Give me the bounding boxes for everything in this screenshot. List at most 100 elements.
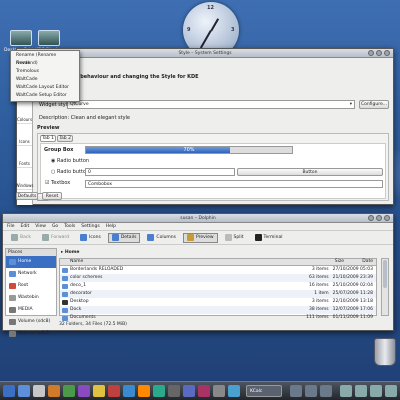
place-label: Root [18, 283, 29, 288]
tab-2[interactable]: Tab 2 [57, 135, 73, 142]
launcher-icon[interactable] [228, 385, 240, 397]
view-details-button[interactable]: Details [107, 232, 141, 243]
back-label: Back [20, 235, 31, 240]
progress-bar: 70% [85, 146, 293, 154]
category-icons[interactable]: Icons [17, 124, 32, 146]
file-list-header: Name Size Date [60, 259, 376, 266]
combobox[interactable]: Combobox [85, 180, 383, 188]
launcher-icon[interactable] [153, 385, 165, 397]
widget-style-select[interactable]: QtCurve ▾ [67, 100, 355, 109]
menu-item[interactable]: Tremolous [11, 68, 79, 76]
defaults-button[interactable]: Defaults [16, 192, 38, 200]
table-row[interactable]: Documents 111 items 01/11/2009 11:09 [60, 314, 376, 322]
launcher-icon[interactable] [108, 385, 120, 397]
places-panel: Places Home Network Root Wastebin MEDIA … [5, 248, 57, 337]
minimize-icon[interactable] [368, 50, 374, 56]
category-windows[interactable]: Windows [16, 168, 33, 190]
window-titlebar[interactable]: susan – Dolphin [3, 214, 393, 223]
launcher-icon[interactable] [138, 385, 150, 397]
table-row[interactable]: Borderlands RELOADED 3 items 27/10/2009 05… [60, 266, 376, 274]
tray-icon[interactable] [320, 385, 332, 397]
menu-file[interactable]: File [7, 223, 15, 230]
place-wastebin[interactable]: Wastebin [6, 292, 56, 304]
close-icon[interactable] [384, 50, 390, 56]
place-home[interactable]: Home [6, 256, 56, 268]
tab-1[interactable]: Tab 1 [40, 135, 56, 142]
menu-help[interactable]: Help [106, 223, 116, 230]
configure-button[interactable]: Configure... [359, 100, 389, 109]
table-row[interactable]: color schemes 63 items 21/10/2009 23:39 [60, 274, 376, 282]
menu-item[interactable]: WaltCade [11, 76, 79, 84]
launcher-icon[interactable] [183, 385, 195, 397]
column-name[interactable]: Name [60, 259, 308, 265]
launcher-icon[interactable] [213, 385, 225, 397]
kickoff-menu-icon[interactable] [3, 385, 15, 397]
close-icon[interactable] [384, 215, 390, 221]
menu-item[interactable]: Rename (Rename Frontend) [11, 52, 79, 66]
launcher-icon[interactable] [48, 385, 60, 397]
launcher-icon[interactable] [18, 385, 30, 397]
place-media[interactable]: MEDIA [6, 304, 56, 316]
folder-icon [62, 283, 68, 289]
combobox-value: Combobox [88, 182, 113, 187]
category-colours[interactable]: Colours [17, 102, 32, 124]
launcher-icon[interactable] [63, 385, 75, 397]
view-columns-button[interactable]: Columns [143, 233, 180, 243]
forward-button[interactable]: Forward [38, 233, 73, 243]
task-button[interactable]: KCalc [246, 385, 282, 397]
maximize-icon[interactable] [376, 215, 382, 221]
file-name: Borderlands RELOADED [70, 267, 124, 272]
category-fonts[interactable]: Fonts [17, 146, 32, 168]
vertical-scrollbar[interactable] [381, 258, 389, 316]
place-volume-sdc8[interactable]: Volume (sdc8) [6, 316, 56, 328]
launcher-icon[interactable] [33, 385, 45, 397]
menu-item[interactable]: Nevak [11, 60, 79, 68]
menu-edit[interactable]: Edit [21, 223, 30, 230]
reset-button[interactable]: Reset [42, 192, 62, 200]
table-row[interactable]: Dock 38 items 12/07/2009 17:06 [60, 306, 376, 314]
battery-icon[interactable] [370, 385, 382, 397]
minimize-icon[interactable] [368, 215, 374, 221]
radio-option-2[interactable]: ○ Radio button [51, 169, 89, 175]
column-size[interactable]: Size [308, 259, 348, 265]
menu-settings[interactable]: Settings [81, 223, 99, 230]
device-notifier-icon[interactable] [385, 385, 397, 397]
launcher-icon[interactable] [198, 385, 210, 397]
table-row[interactable]: Desktop 3 items 22/10/2009 13:18 [60, 298, 376, 306]
menu-tools[interactable]: Tools [64, 223, 75, 230]
menu-item[interactable]: WaltCade Setup Editor [11, 92, 79, 100]
terminal-button[interactable]: Terminal [251, 233, 287, 243]
radio-checked-icon: ◉ [51, 158, 56, 164]
breadcrumb[interactable]: ▸ Home [61, 249, 79, 257]
volume-icon[interactable] [340, 385, 352, 397]
table-row[interactable]: decorator 1 item 25/07/2009 11:28 [60, 290, 376, 298]
scrollbar-thumb[interactable] [383, 260, 387, 288]
split-button[interactable]: Split [221, 233, 248, 243]
trash-can-icon[interactable] [374, 338, 396, 366]
column-date[interactable]: Date [348, 259, 376, 265]
place-root[interactable]: Root [6, 280, 56, 292]
forward-label: Forward [50, 235, 70, 240]
maximize-icon[interactable] [376, 50, 382, 56]
launcher-icon[interactable] [78, 385, 90, 397]
radio-option-1[interactable]: ◉ Radio button [51, 158, 89, 164]
launcher-icon[interactable] [93, 385, 105, 397]
preview-toggle-button[interactable]: Preview [183, 232, 218, 243]
textbox-checkbox[interactable]: ☑ Textbox [45, 180, 70, 186]
place-network[interactable]: Network [6, 268, 56, 280]
menu-go[interactable]: Go [52, 223, 58, 230]
tray-icon[interactable] [305, 385, 317, 397]
tray-icon[interactable] [290, 385, 302, 397]
place-volume-sdb1[interactable]: Volume (sdb1) [6, 328, 56, 340]
preview-button[interactable]: Button [237, 168, 383, 176]
back-button[interactable]: Back [7, 233, 35, 243]
table-row[interactable]: deco_1 16 items 25/10/2009 02:04 [60, 282, 376, 290]
menu-view[interactable]: View [35, 223, 46, 230]
view-icons-button[interactable]: Icons [76, 233, 105, 243]
launcher-icon[interactable] [123, 385, 135, 397]
network-tray-icon[interactable] [355, 385, 367, 397]
clock-number: 9 [187, 27, 191, 33]
menu-item[interactable]: WaltCade Layout Editor [11, 84, 79, 92]
launcher-icon[interactable] [168, 385, 180, 397]
spin-box[interactable]: 0 [85, 168, 235, 176]
